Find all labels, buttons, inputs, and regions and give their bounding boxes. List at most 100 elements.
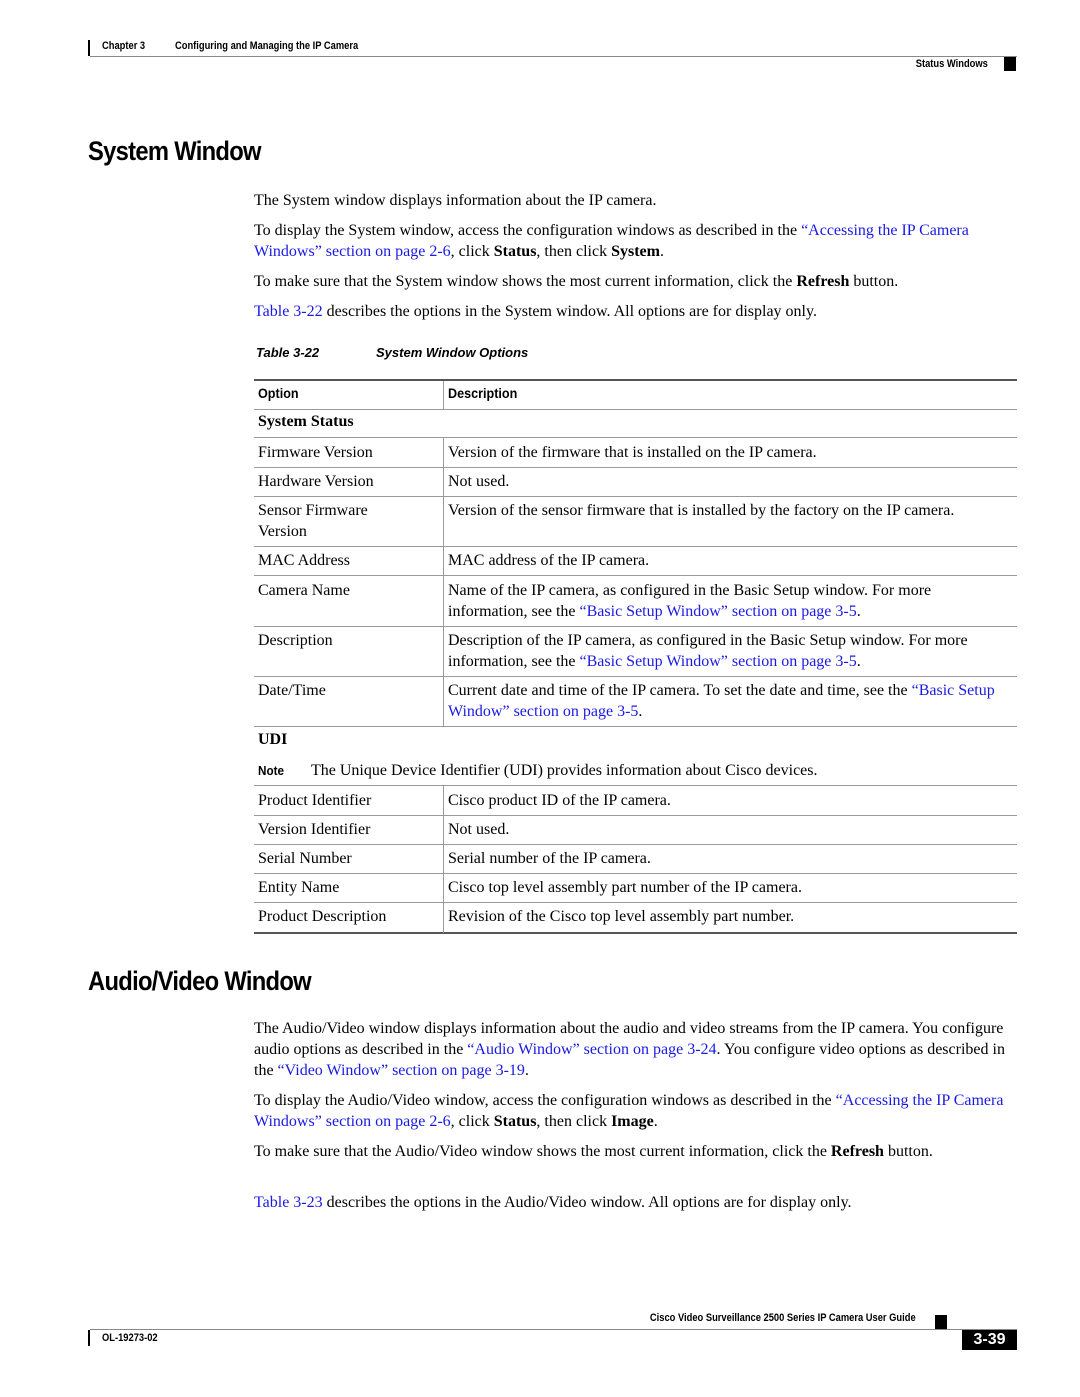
table-caption-label: Table 3-22 — [256, 345, 320, 360]
table-caption-title: System Window Options — [376, 345, 529, 360]
description-cell: Version of the sensor firmware that is i… — [448, 502, 955, 519]
column-divider — [443, 786, 444, 933]
description-cell: Current date and time of the IP camera. … — [448, 680, 1013, 722]
paragraph: To make sure that the System window show… — [254, 271, 1034, 292]
table-row: Firmware Version Version of the firmware… — [254, 442, 1017, 468]
paragraph: To display the System window, access the… — [254, 220, 1017, 262]
text: . — [856, 653, 861, 670]
column-header-description: Description — [448, 385, 518, 401]
bold-refresh: Refresh — [796, 273, 850, 290]
text: Current date and time of the IP camera. … — [448, 682, 912, 699]
paragraph: Table 3-23 describes the options in the … — [254, 1192, 1017, 1213]
paragraph: The System window displays information a… — [254, 192, 657, 209]
table-row: Sensor Firmware Version Version of the s… — [254, 500, 1017, 547]
header-rule — [90, 56, 1017, 57]
text: describes the options in the Audio/Video… — [322, 1194, 852, 1211]
text: , then click — [536, 1113, 612, 1130]
note: Note The Unique Device Identifier (UDI) p… — [258, 760, 1018, 781]
link-table-3-22[interactable]: Table 3-22 — [254, 303, 323, 320]
paragraph: To display the Audio/Video window, acces… — [254, 1090, 1017, 1132]
text: To make sure that the Audio/Video window… — [254, 1143, 831, 1160]
header-left-bar — [88, 40, 90, 56]
option-cell: Product Identifier — [258, 792, 372, 809]
link-video-window[interactable]: “Video Window” section on page 3-19 — [278, 1062, 525, 1079]
description-cell: Not used. — [448, 821, 510, 838]
table-row: Version Identifier Not used. — [254, 819, 1017, 845]
header-marker — [1004, 57, 1016, 71]
description-cell: Version of the firmware that is installe… — [448, 444, 817, 461]
text: describes the options in the System wind… — [322, 303, 817, 320]
option-cell: Firmware Version — [258, 444, 373, 461]
table-row: Camera Name Name of the IP camera, as co… — [254, 580, 1017, 627]
link-table-3-23[interactable]: Table 3-23 — [254, 1194, 323, 1211]
description-cell: MAC address of the IP camera. — [448, 552, 650, 569]
table-row: Description Description of the IP camera… — [254, 630, 1017, 677]
description-cell: Description of the IP camera, as configu… — [448, 630, 1013, 672]
text: . — [653, 1113, 658, 1130]
link-basic-setup-window[interactable]: “Basic Setup Window” section on page 3-5 — [580, 603, 857, 620]
footer-rule — [90, 1329, 1017, 1330]
table-top-rule — [254, 379, 1017, 381]
bold-status: Status — [493, 1113, 537, 1130]
description-cell: Serial number of the IP camera. — [448, 850, 651, 867]
header-section: Status Windows — [915, 58, 988, 70]
description-cell: Revision of the Cisco top level assembly… — [448, 908, 795, 925]
column-divider — [443, 381, 444, 409]
section-title-audio-video: Audio/Video Window — [88, 966, 312, 996]
bold-refresh: Refresh — [830, 1143, 884, 1160]
description-cell: Cisco product ID of the IP camera. — [448, 792, 671, 809]
row-rule — [254, 437, 1017, 438]
option-cell: Version Identifier — [258, 821, 371, 838]
bold-system: System — [611, 243, 660, 260]
text: . — [524, 1062, 529, 1079]
option-cell: Date/Time — [258, 682, 326, 699]
page-number: 3-39 — [973, 1331, 1006, 1348]
description-cell: Cisco top level assembly part number of … — [448, 879, 802, 896]
note-label: Note — [258, 763, 285, 778]
option-cell: Camera Name — [258, 582, 350, 599]
text: button. — [849, 273, 899, 290]
text: To display the Audio/Video window, acces… — [254, 1092, 836, 1109]
note-text: The Unique Device Identifier (UDI) provi… — [311, 762, 818, 779]
column-header-option: Option — [258, 385, 299, 401]
header-rule — [254, 409, 1017, 410]
table-row: Serial Number Serial number of the IP ca… — [254, 848, 1017, 874]
text: , click — [450, 243, 494, 260]
table-row: Product Identifier Cisco product ID of t… — [254, 790, 1017, 816]
description-cell: Name of the IP camera, as configured in … — [448, 580, 1013, 622]
header-chapter: Chapter 3 — [102, 40, 146, 52]
link-basic-setup-window[interactable]: “Basic Setup Window” section on page 3-5 — [580, 653, 857, 670]
footer-doc-number: OL-19273-02 — [102, 1332, 158, 1344]
text: To display the System window, access the… — [254, 222, 802, 239]
text: To make sure that the System window show… — [254, 273, 797, 290]
option-cell: Sensor Firmware Version — [258, 502, 368, 540]
option-cell: MAC Address — [258, 552, 351, 569]
footer-marker — [935, 1315, 947, 1329]
text: . — [659, 243, 664, 260]
text: button. — [883, 1143, 933, 1160]
option-cell: Description — [258, 632, 333, 649]
option-cell: Product Description — [258, 908, 387, 925]
link-audio-window[interactable]: “Audio Window” section on page 3-24 — [467, 1041, 716, 1058]
header-chapter-title: Configuring and Managing the IP Camera — [175, 40, 359, 52]
text: . — [638, 703, 643, 720]
table-row: MAC Address MAC address of the IP camera… — [254, 550, 1017, 576]
table-row: Hardware Version Not used. — [254, 471, 1017, 497]
table-row: Product Description Revision of the Cisc… — [254, 906, 1017, 934]
text: , click — [450, 1113, 494, 1130]
page-title: System Window — [88, 136, 262, 166]
paragraph: Table 3-22 describes the options in the … — [254, 301, 1017, 322]
text: . — [856, 603, 861, 620]
paragraph: To make sure that the Audio/Video window… — [254, 1141, 994, 1162]
paragraph: The Audio/Video window displays informat… — [254, 1018, 1017, 1081]
text: , then click — [536, 243, 612, 260]
option-cell: Serial Number — [258, 850, 352, 867]
page-number-badge: 3-39 — [962, 1330, 1017, 1350]
column-divider — [443, 438, 444, 727]
table-row: Entity Name Cisco top level assembly par… — [254, 877, 1017, 903]
description-cell: Not used. — [448, 473, 510, 490]
option-cell: Hardware Version — [258, 473, 374, 490]
table-section-udi: UDI — [258, 731, 288, 748]
footer-left-bar — [88, 1330, 90, 1346]
bold-image: Image — [611, 1113, 654, 1130]
